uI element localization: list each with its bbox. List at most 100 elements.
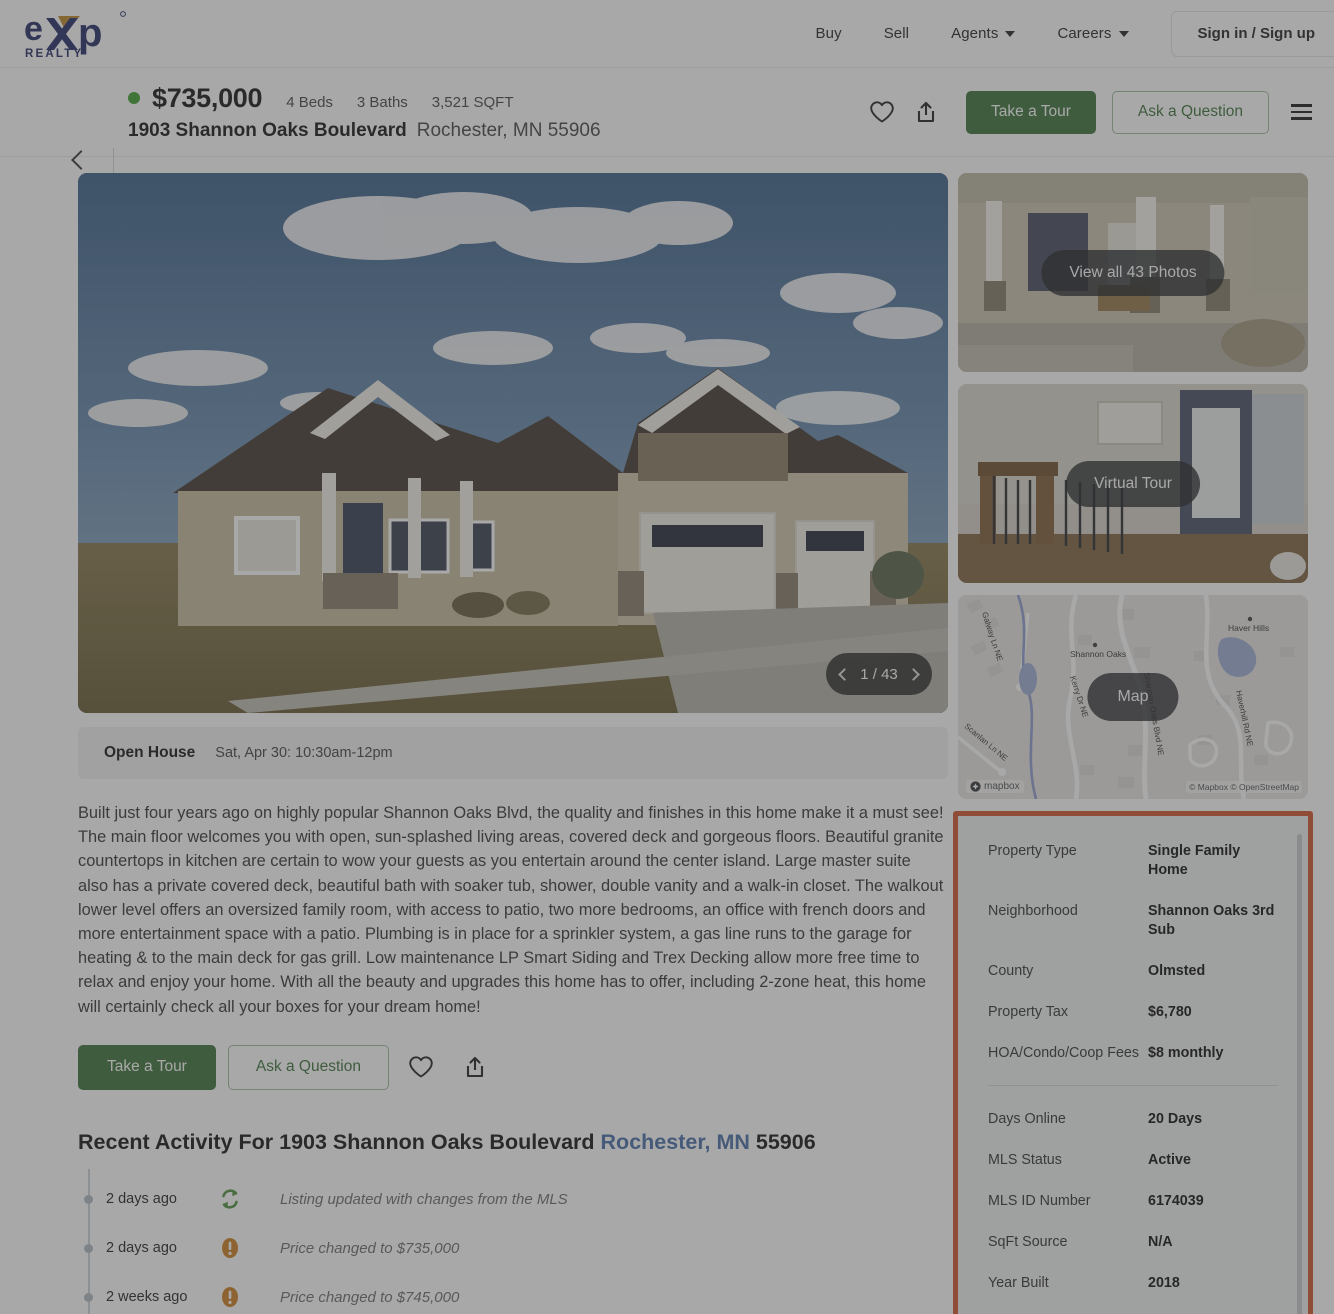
mapbox-badge-text: mapbox — [984, 781, 1020, 792]
listing-sub-header: $735,000 4 Beds 3 Baths 3,521 SQFT 1903 … — [0, 68, 1334, 174]
virtual-tour-label: Virtual Tour — [1066, 460, 1200, 507]
share-icon — [466, 1057, 484, 1078]
exp-realty-logo[interactable]: e p REALTY — [22, 6, 130, 62]
recent-activity-heading: Recent Activity For 1903 Shannon Oaks Bo… — [78, 1130, 948, 1155]
recent-activity-city-link[interactable]: Rochester, MN — [601, 1130, 750, 1154]
detail-row-mls-status: MLS Status Active — [988, 1151, 1278, 1170]
detail-row-year-built: Year Built 2018 — [988, 1274, 1278, 1293]
fact-baths: 3 Baths — [356, 93, 408, 111]
ask-a-question-button[interactable]: Ask a Question — [227, 1044, 389, 1090]
hamburger-menu-icon[interactable] — [1291, 104, 1312, 120]
activity-timestamp: 2 days ago — [106, 1191, 177, 1208]
site-header: e p REALTY Buy Sell Agents Careers Sign … — [0, 0, 1334, 68]
activity-row: 2 days ago Listing updated with changes … — [84, 1175, 948, 1224]
page-content: 1 / 43 Open House Sat, Apr 30: 10:30am-1… — [0, 157, 1334, 1314]
property-details-panel: Property Type Single Family Home Neighbo… — [953, 811, 1313, 1314]
activity-text: Price changed to $745,000 — [280, 1288, 460, 1306]
detail-value: 6174039 — [1148, 1193, 1204, 1209]
mapbox-mark-icon — [970, 781, 981, 792]
detail-row-mls-id: MLS ID Number 6174039 — [988, 1192, 1278, 1211]
listing-facts: 4 Beds 3 Baths 3,521 SQFT — [286, 94, 513, 111]
recent-activity-heading-suffix: 55906 — [749, 1129, 816, 1154]
activity-text: Listing updated with changes from the ML… — [280, 1190, 568, 1208]
detail-label: HOA/Condo/Coop Fees — [988, 1045, 1139, 1061]
detail-value: Single Family Home — [1148, 843, 1241, 878]
details-scrollbar[interactable] — [1297, 834, 1302, 1314]
activity-icon-slot — [218, 1285, 280, 1309]
detail-row-sqft-source: SqFt Source N/A — [988, 1233, 1278, 1252]
open-house-schedule: Sat, Apr 30: 10:30am-12pm — [215, 745, 393, 761]
svg-text:REALTY: REALTY — [25, 48, 83, 60]
hero-photo[interactable]: 1 / 43 — [78, 173, 948, 713]
detail-label: SqFt Source — [988, 1234, 1068, 1250]
header-divider — [113, 148, 114, 174]
share-button-body[interactable] — [453, 1045, 497, 1089]
sign-in-sign-up-button[interactable]: Sign in / Sign up — [1170, 10, 1334, 57]
activity-icon-slot — [218, 1187, 280, 1211]
nav-item-careers[interactable]: Careers — [1057, 25, 1129, 42]
map-attribution: © Mapbox © OpenStreetMap — [1186, 781, 1302, 793]
open-house-banner: Open House Sat, Apr 30: 10:30am-12pm — [78, 727, 948, 779]
favorite-heart-button-body[interactable] — [399, 1045, 443, 1089]
view-all-photos-thumbnail[interactable]: View all 43 Photos — [958, 173, 1308, 372]
activity-row: 2 weeks ago Price changed to $745,000 — [84, 1273, 948, 1314]
nav-item-agents[interactable]: Agents — [951, 25, 1016, 42]
take-a-tour-button[interactable]: Take a Tour — [78, 1044, 216, 1090]
fact-beds: 4 Beds — [286, 93, 333, 111]
carousel-next-icon[interactable] — [907, 667, 920, 681]
chevron-down-icon — [1118, 30, 1129, 37]
detail-row-days-online: Days Online 20 Days — [988, 1110, 1278, 1129]
nav-item-sell-label: Sell — [883, 25, 910, 42]
activity-text: Price changed to $735,000 — [280, 1239, 460, 1257]
right-column: View all 43 Photos Virtual Tour Shannon … — [953, 173, 1313, 1314]
detail-value: $6,780 — [1148, 1004, 1192, 1020]
detail-label: Year Built — [988, 1275, 1049, 1291]
nav-item-careers-label: Careers — [1057, 25, 1112, 42]
detail-value: N/A — [1148, 1234, 1173, 1250]
nav-item-buy-label: Buy — [815, 25, 842, 42]
heart-icon — [409, 1056, 433, 1078]
share-button[interactable] — [904, 90, 948, 134]
activity-icon-slot — [218, 1236, 280, 1260]
header-actions: Take a Tour Ask a Question — [860, 90, 1312, 134]
photo-carousel-control[interactable]: 1 / 43 — [826, 653, 932, 695]
detail-value: $8 monthly — [1148, 1045, 1224, 1061]
ask-a-question-button-header[interactable]: Ask a Question — [1111, 90, 1269, 134]
detail-label: Property Type — [988, 843, 1077, 859]
detail-value: Active — [1148, 1152, 1191, 1168]
open-house-label: Open House — [104, 744, 196, 761]
take-a-tour-button-header[interactable]: Take a Tour — [966, 90, 1096, 134]
listing-summary: $735,000 4 Beds 3 Baths 3,521 SQFT 1903 … — [128, 83, 601, 142]
detail-label: Days Online — [988, 1111, 1066, 1127]
detail-value: Olmsted — [1148, 963, 1206, 979]
map-thumbnail[interactable]: Shannon Oaks Haver Hills Galway Ln NE Sc… — [958, 595, 1308, 799]
address-row: 1903 Shannon Oaks Boulevard Rochester, M… — [128, 120, 601, 142]
status-dot-icon — [128, 92, 140, 104]
detail-row-hoa-fees: HOA/Condo/Coop Fees $8 monthly — [988, 1044, 1278, 1063]
nav-item-sell[interactable]: Sell — [884, 25, 909, 42]
chevron-down-icon — [1005, 30, 1016, 37]
virtual-tour-thumbnail[interactable]: Virtual Tour — [958, 384, 1308, 583]
carousel-prev-icon[interactable] — [838, 667, 851, 681]
activity-timestamp: 2 weeks ago — [106, 1289, 188, 1306]
view-all-photos-label: View all 43 Photos — [1041, 249, 1225, 296]
favorite-heart-button[interactable] — [860, 90, 904, 134]
timeline-dot-icon — [84, 1243, 93, 1253]
mapbox-logo: mapbox — [966, 780, 1024, 793]
refresh-icon — [222, 1189, 238, 1209]
activity-row: 2 days ago Price changed to $735,000 — [84, 1224, 948, 1273]
sign-in-label: Sign in / Sign up — [1197, 25, 1316, 42]
detail-label: Neighborhood — [988, 903, 1078, 919]
address-street: 1903 Shannon Oaks Boulevard — [128, 119, 407, 141]
alert-icon — [222, 1287, 238, 1308]
nav-item-agents-label: Agents — [951, 25, 999, 42]
share-icon — [917, 101, 935, 123]
address-city-state-zip: Rochester, MN 55906 — [416, 119, 601, 141]
detail-row-property-tax: Property Tax $6,780 — [988, 1003, 1278, 1022]
property-listing-page: e p REALTY Buy Sell Agents Careers Sign … — [0, 0, 1334, 1314]
detail-label: Property Tax — [988, 1004, 1068, 1020]
timeline-dot-icon — [84, 1292, 93, 1302]
fact-sqft: 3,521 SQFT — [431, 93, 514, 111]
property-description: Built just four years ago on highly popu… — [78, 804, 944, 1016]
nav-item-buy[interactable]: Buy — [816, 25, 842, 42]
